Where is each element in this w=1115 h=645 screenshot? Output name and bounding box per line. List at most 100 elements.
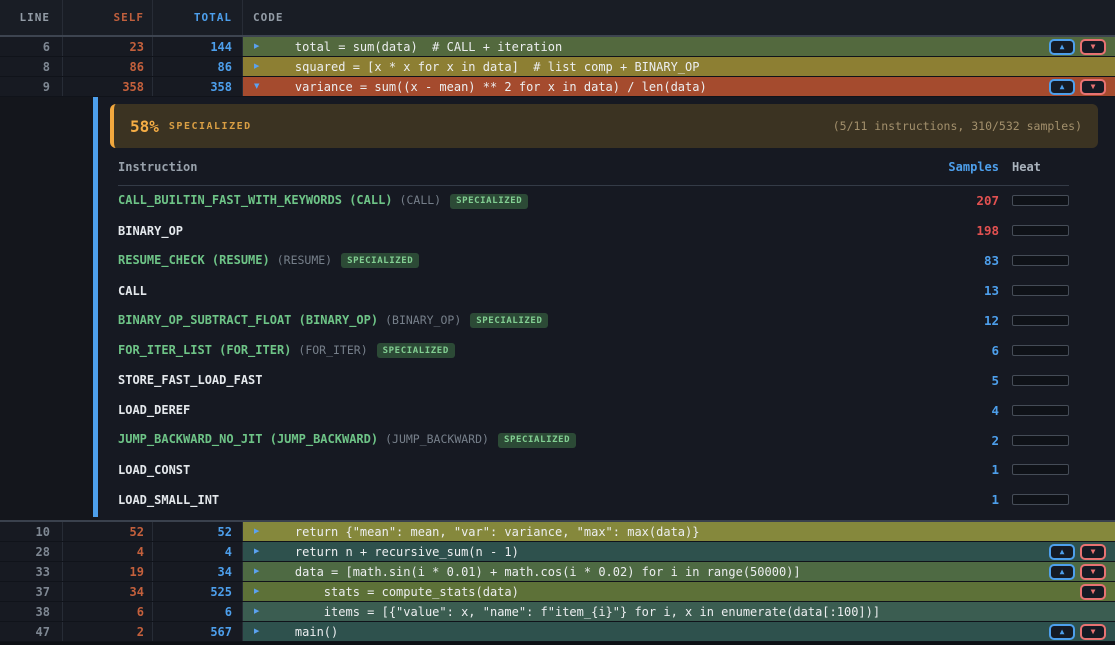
specialization-banner: 58% SPECIALIZED (5/11 instructions, 310/… [110, 104, 1098, 148]
instruction-column-header: Instruction [118, 160, 919, 174]
total-samples: 144 [152, 37, 242, 56]
expand-toggle-icon[interactable]: ▶ [254, 567, 259, 576]
navigate-up-button[interactable]: ▲ [1049, 79, 1075, 95]
code-cell[interactable]: ▶ total = sum(data) # CALL + iteration ▲… [242, 37, 1115, 56]
opcode-name: CALL_BUILTIN_FAST_WITH_KEYWORDS (CALL) [118, 193, 393, 207]
total-samples: 358 [152, 77, 242, 96]
instruction-samples: 83 [919, 253, 999, 268]
heat-bar [1012, 225, 1069, 236]
opcode-name: JUMP_BACKWARD_NO_JIT (JUMP_BACKWARD) [118, 432, 378, 446]
opcode-name: CALL [118, 284, 147, 298]
code-text: stats = compute_stats(data) [243, 585, 519, 599]
code-cell[interactable]: ▶ return n + recursive_sum(n - 1) ▲ ▼ [242, 542, 1115, 561]
specialization-summary: (5/11 instructions, 310/532 samples) [833, 119, 1082, 133]
instruction-name: RESUME_CHECK (RESUME) (RESUME) SPECIALIZED [118, 253, 919, 269]
instruction-samples: 5 [919, 373, 999, 388]
source-rows-top: 6 23 144 ▶ total = sum(data) # CALL + it… [0, 37, 1115, 97]
source-line-row: 28 4 4 ▶ return n + recursive_sum(n - 1)… [0, 542, 1115, 562]
heat-bar [1012, 435, 1069, 446]
opcode-family: (CALL) [400, 193, 442, 207]
total-samples: 34 [152, 562, 242, 581]
navigate-up-button[interactable]: ▲ [1049, 39, 1075, 55]
instruction-panel: 58% SPECIALIZED (5/11 instructions, 310/… [98, 97, 1115, 520]
opcode-family: (FOR_ITER) [298, 343, 367, 357]
heat-bar [1012, 405, 1069, 416]
navigate-down-button[interactable]: ▼ [1080, 564, 1106, 580]
code-text: return {"mean": mean, "var": variance, "… [243, 525, 699, 539]
row-navigation: ▼ [1080, 584, 1106, 600]
expand-toggle-icon[interactable]: ▶ [254, 42, 259, 51]
left-gutter [0, 97, 93, 520]
line-number: 10 [0, 522, 62, 541]
instruction-row: STORE_FAST_LOAD_FAST 5 [118, 365, 1069, 395]
total-samples: 525 [152, 582, 242, 601]
self-samples: 52 [62, 522, 152, 541]
code-text: total = sum(data) # CALL + iteration [243, 40, 562, 54]
specialized-badge: SPECIALIZED [377, 343, 455, 358]
navigate-down-button[interactable]: ▼ [1080, 584, 1106, 600]
code-cell[interactable]: ▶ main() ▲▼ [242, 622, 1115, 641]
expand-toggle-icon[interactable]: ▼ [254, 82, 259, 91]
self-samples: 23 [62, 37, 152, 56]
total-samples: 86 [152, 57, 242, 76]
heat-bar [1012, 345, 1069, 356]
line-number: 9 [0, 77, 62, 96]
opcode-name: BINARY_OP [118, 224, 183, 238]
navigate-down-button[interactable]: ▼ [1080, 39, 1106, 55]
instruction-row: BINARY_OP_SUBTRACT_FLOAT (BINARY_OP)(BIN… [118, 306, 1069, 336]
opcode-name: STORE_FAST_LOAD_FAST [118, 373, 263, 387]
instruction-name: LOAD_DEREF [118, 403, 919, 417]
navigate-down-button[interactable]: ▼ [1080, 624, 1106, 640]
opcode-name: RESUME_CHECK (RESUME) [118, 253, 270, 267]
instruction-name: JUMP_BACKWARD_NO_JIT (JUMP_BACKWARD)(JUM… [118, 432, 919, 448]
opcode-family: (RESUME) [277, 253, 332, 267]
navigate-up-button[interactable]: ▲ [1049, 544, 1075, 560]
code-text: return n + recursive_sum(n - 1) [243, 545, 519, 559]
profiler-app: LINE SELF TOTAL CODE 6 23 144 ▶ total = … [0, 0, 1115, 645]
opcode-name: BINARY_OP_SUBTRACT_FLOAT (BINARY_OP) [118, 313, 378, 327]
specialized-badge: SPECIALIZED [341, 253, 419, 268]
column-header-self: SELF [62, 0, 152, 35]
source-line-row: 37 34 525 ▶ stats = compute_stats(data) … [0, 582, 1115, 602]
navigate-down-button[interactable]: ▼ [1080, 79, 1106, 95]
column-header-code: CODE [242, 0, 1115, 35]
opcode-name: LOAD_DEREF [118, 403, 190, 417]
code-cell[interactable]: ▶ items = [{"value": x, "name": f"item_{… [242, 602, 1115, 621]
source-line-row: 38 6 6 ▶ items = [{"value": x, "name": f… [0, 602, 1115, 622]
navigate-up-button[interactable]: ▲ [1049, 564, 1075, 580]
code-cell[interactable]: ▶ stats = compute_stats(data) ▼ [242, 582, 1115, 601]
heat-column-header: Heat [1012, 160, 1069, 174]
line-number: 33 [0, 562, 62, 581]
instruction-row: RESUME_CHECK (RESUME) (RESUME) SPECIALIZED… [118, 246, 1069, 276]
navigate-up-button[interactable]: ▲ [1049, 624, 1075, 640]
self-samples: 6 [62, 602, 152, 621]
line-number: 28 [0, 542, 62, 561]
expand-toggle-icon[interactable]: ▶ [254, 587, 259, 596]
instruction-samples: 6 [919, 343, 999, 358]
code-cell[interactable]: ▶ data = [math.sin(i * 0.01) + math.cos(… [242, 562, 1115, 581]
instruction-name: LOAD_CONST [118, 463, 919, 477]
expand-toggle-icon[interactable]: ▶ [254, 607, 259, 616]
instruction-row: LOAD_CONST 1 [118, 455, 1069, 485]
navigate-down-button[interactable]: ▼ [1080, 544, 1106, 560]
expand-toggle-icon[interactable]: ▶ [254, 527, 259, 536]
heat-bar [1012, 285, 1069, 296]
instruction-name: FOR_ITER_LIST (FOR_ITER)(FOR_ITER)SPECIA… [118, 343, 919, 359]
total-samples: 567 [152, 622, 242, 641]
code-cell[interactable]: ▼ variance = sum((x - mean) ** 2 for x i… [242, 77, 1115, 96]
code-text: items = [{"value": x, "name": f"item_{i}… [243, 605, 880, 619]
expand-toggle-icon[interactable]: ▶ [254, 62, 259, 71]
code-text: variance = sum((x - mean) ** 2 for x in … [243, 80, 707, 94]
expand-toggle-icon[interactable]: ▶ [254, 627, 259, 636]
instruction-samples: 13 [919, 283, 999, 298]
code-cell[interactable]: ▶ squared = [x * x for x in data] # list… [242, 57, 1115, 76]
code-cell[interactable]: ▶ return {"mean": mean, "var": variance,… [242, 522, 1115, 541]
specialized-label: SPECIALIZED [169, 121, 252, 132]
line-number: 38 [0, 602, 62, 621]
total-samples: 6 [152, 602, 242, 621]
expanded-panel-region: 58% SPECIALIZED (5/11 instructions, 310/… [0, 97, 1115, 522]
expand-toggle-icon[interactable]: ▶ [254, 547, 259, 556]
instruction-table-header: Instruction Samples Heat [118, 148, 1069, 186]
instruction-samples: 198 [919, 223, 999, 238]
instruction-row: BINARY_OP 198 [118, 216, 1069, 246]
